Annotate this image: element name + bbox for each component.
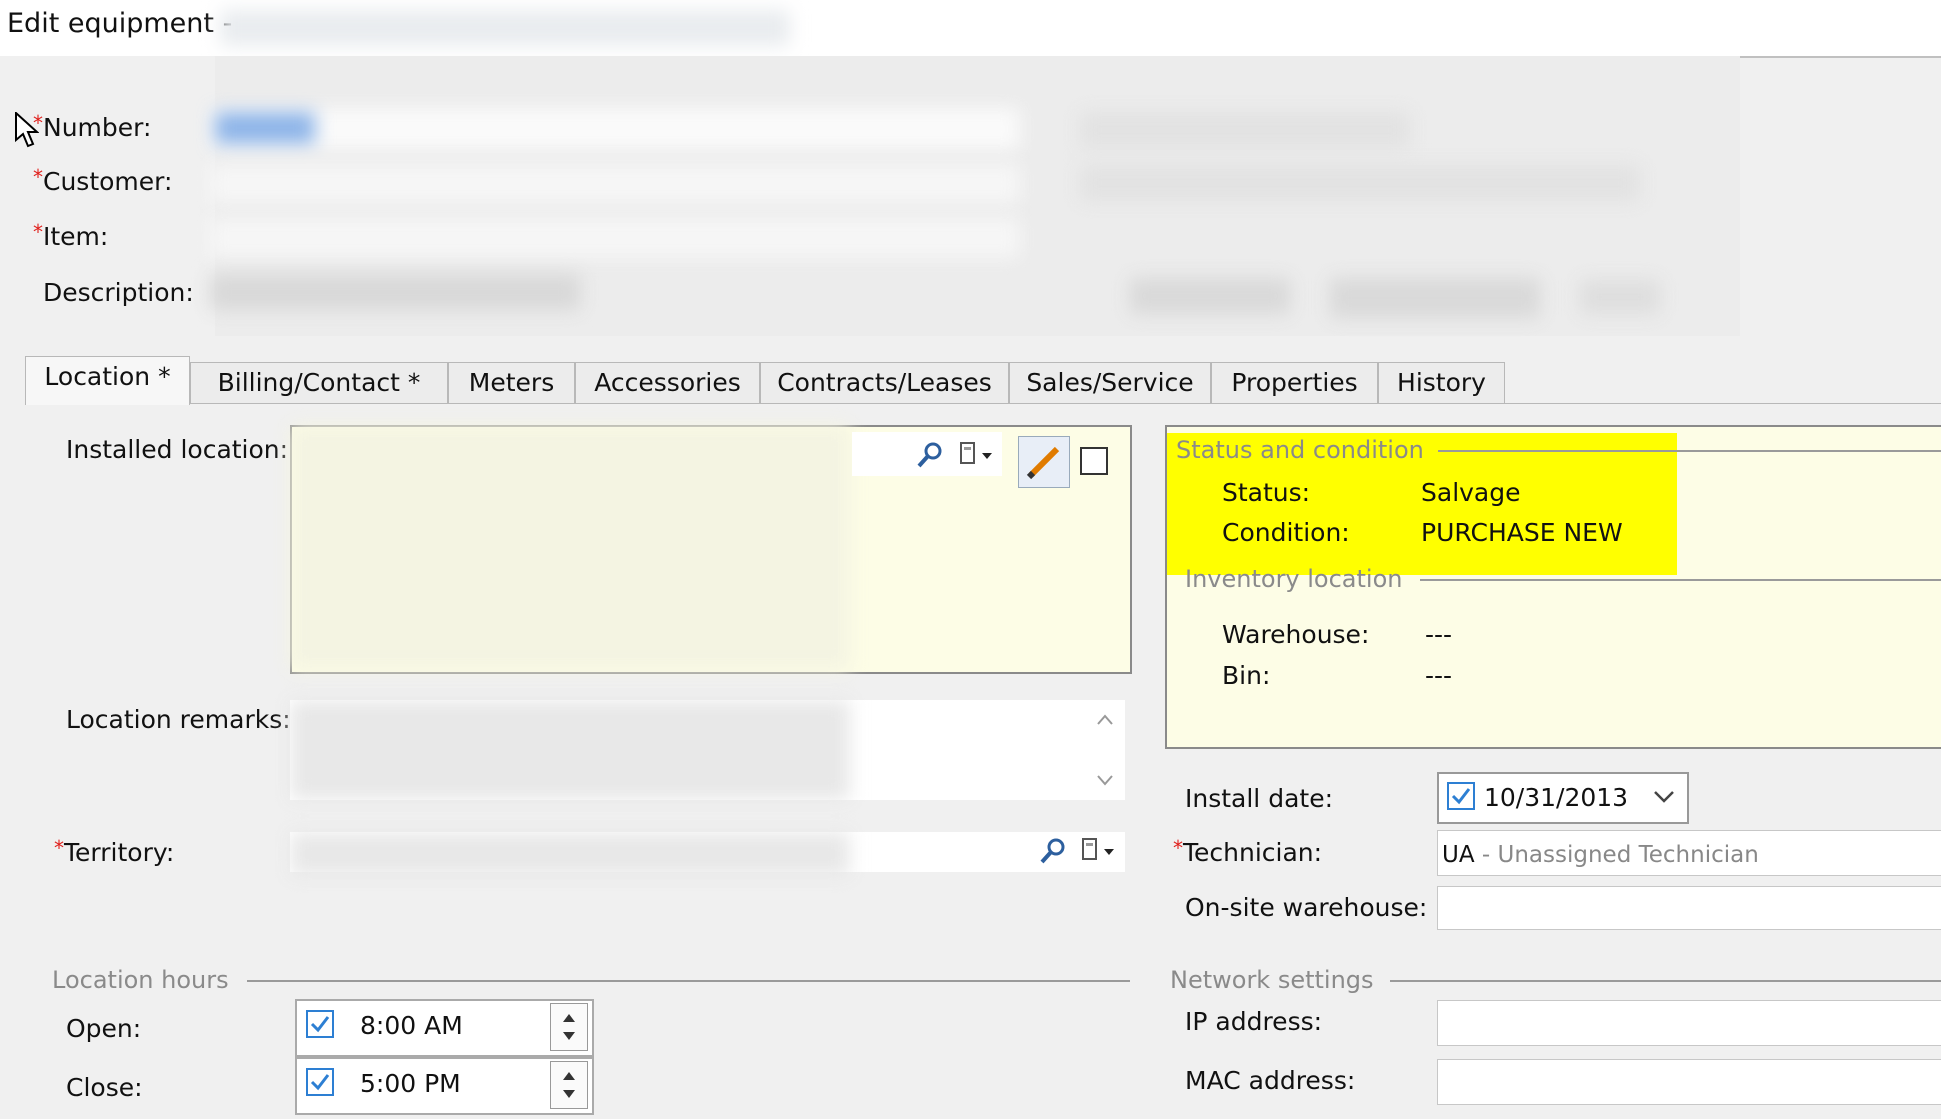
install-date-value: 10/31/2013: [1484, 783, 1629, 812]
spin-arrows-icon: [563, 1072, 575, 1098]
status-condition-group-title: Status and condition: [1176, 436, 1424, 464]
dropdown-menu-icon[interactable]: [958, 440, 1000, 470]
install-date-checkbox[interactable]: [1447, 782, 1475, 810]
edit-pencil-icon: [1026, 446, 1060, 480]
redacted-territory: [290, 832, 850, 876]
number-field[interactable]: [210, 108, 1020, 150]
close-time-value: 5:00 PM: [360, 1069, 461, 1098]
ip-address-field[interactable]: [1437, 1000, 1941, 1046]
installed-location-label: Installed location:: [66, 435, 289, 464]
tab-location[interactable]: Location *: [25, 356, 190, 405]
redacted-right-field-2: [1080, 165, 1640, 201]
warehouse-label: Warehouse:: [1222, 620, 1370, 649]
open-time-value: 8:00 AM: [360, 1011, 463, 1040]
check-icon: [310, 1016, 330, 1033]
condition-value: PURCHASE NEW: [1421, 518, 1623, 547]
item-label: *Item:: [33, 220, 109, 251]
status-label: Status:: [1222, 478, 1311, 507]
tab-contracts-leases[interactable]: Contracts/Leases: [760, 362, 1009, 403]
number-value-selection: [215, 112, 315, 144]
status-condition-divider: [1438, 450, 1941, 452]
bin-label: Bin:: [1222, 661, 1271, 690]
condition-label: Condition:: [1222, 518, 1350, 547]
chevron-down-icon[interactable]: [1652, 788, 1676, 806]
customer-label: *Customer:: [33, 165, 173, 196]
onsite-warehouse-label: On-site warehouse:: [1185, 893, 1428, 922]
tab-accessories[interactable]: Accessories: [575, 362, 760, 403]
close-enabled-checkbox[interactable]: [306, 1068, 334, 1096]
customer-field[interactable]: [210, 164, 1020, 204]
close-label: Close:: [66, 1073, 143, 1102]
close-time-spinner[interactable]: [550, 1061, 588, 1109]
search-icon[interactable]: [915, 440, 945, 470]
warehouse-value: ---: [1425, 620, 1453, 649]
technician-value: UA - Unassigned Technician: [1442, 842, 1759, 868]
tab-sales-service[interactable]: Sales/Service: [1009, 362, 1211, 403]
redacted-title-text: [220, 10, 790, 46]
tab-history[interactable]: History: [1378, 362, 1505, 403]
edit-button[interactable]: [1018, 436, 1070, 488]
technician-label: *Technician:: [1173, 836, 1323, 867]
status-value: Salvage: [1421, 478, 1521, 507]
inventory-location-divider: [1420, 579, 1941, 581]
open-time-spinner[interactable]: [550, 1003, 588, 1051]
redacted-button-2[interactable]: [1330, 278, 1540, 318]
tab-billing-contact[interactable]: Billing/Contact *: [190, 362, 448, 403]
scroll-up-icon[interactable]: [1095, 712, 1115, 728]
bin-value: ---: [1425, 661, 1453, 690]
dropdown-menu-icon[interactable]: [1080, 836, 1122, 866]
territory-label: *Territory:: [54, 836, 175, 867]
location-remarks-label: Location remarks:: [66, 705, 291, 734]
redacted-button-1[interactable]: [1130, 278, 1290, 314]
scroll-down-icon[interactable]: [1095, 772, 1115, 788]
open-enabled-checkbox[interactable]: [306, 1010, 334, 1038]
redacted-location-remarks: [290, 700, 850, 800]
network-settings-group-title: Network settings: [1170, 966, 1374, 994]
spin-arrows-icon: [563, 1014, 575, 1040]
network-settings-divider: [1390, 980, 1941, 982]
tab-meters[interactable]: Meters: [448, 362, 575, 403]
checkbox-icon[interactable]: [1080, 447, 1108, 475]
description-label: Description:: [43, 278, 194, 307]
inventory-location-group-title: Inventory location: [1185, 565, 1403, 593]
ip-address-label: IP address:: [1185, 1007, 1323, 1036]
location-hours-group-title: Location hours: [52, 966, 229, 994]
open-label: Open:: [66, 1014, 142, 1043]
tab-properties[interactable]: Properties: [1211, 362, 1378, 403]
install-date-label: Install date:: [1185, 784, 1333, 813]
item-field[interactable]: [210, 218, 1020, 258]
description-field[interactable]: [210, 274, 580, 310]
redacted-button-3[interactable]: [1580, 280, 1660, 314]
location-hours-divider: [247, 980, 1130, 982]
divider: [1740, 56, 1941, 58]
tab-strip-border: [190, 403, 1941, 404]
mac-address-label: MAC address:: [1185, 1066, 1356, 1095]
check-icon: [1451, 788, 1471, 805]
redacted-right-field-1: [1080, 112, 1410, 148]
onsite-warehouse-field[interactable]: [1437, 886, 1941, 930]
search-icon[interactable]: [1038, 836, 1068, 866]
window-title: Edit equipment -: [7, 8, 233, 39]
redacted-installed-location: [290, 425, 850, 670]
mac-address-field[interactable]: [1437, 1059, 1941, 1105]
number-label: *Number:: [33, 111, 152, 142]
check-icon: [310, 1074, 330, 1091]
